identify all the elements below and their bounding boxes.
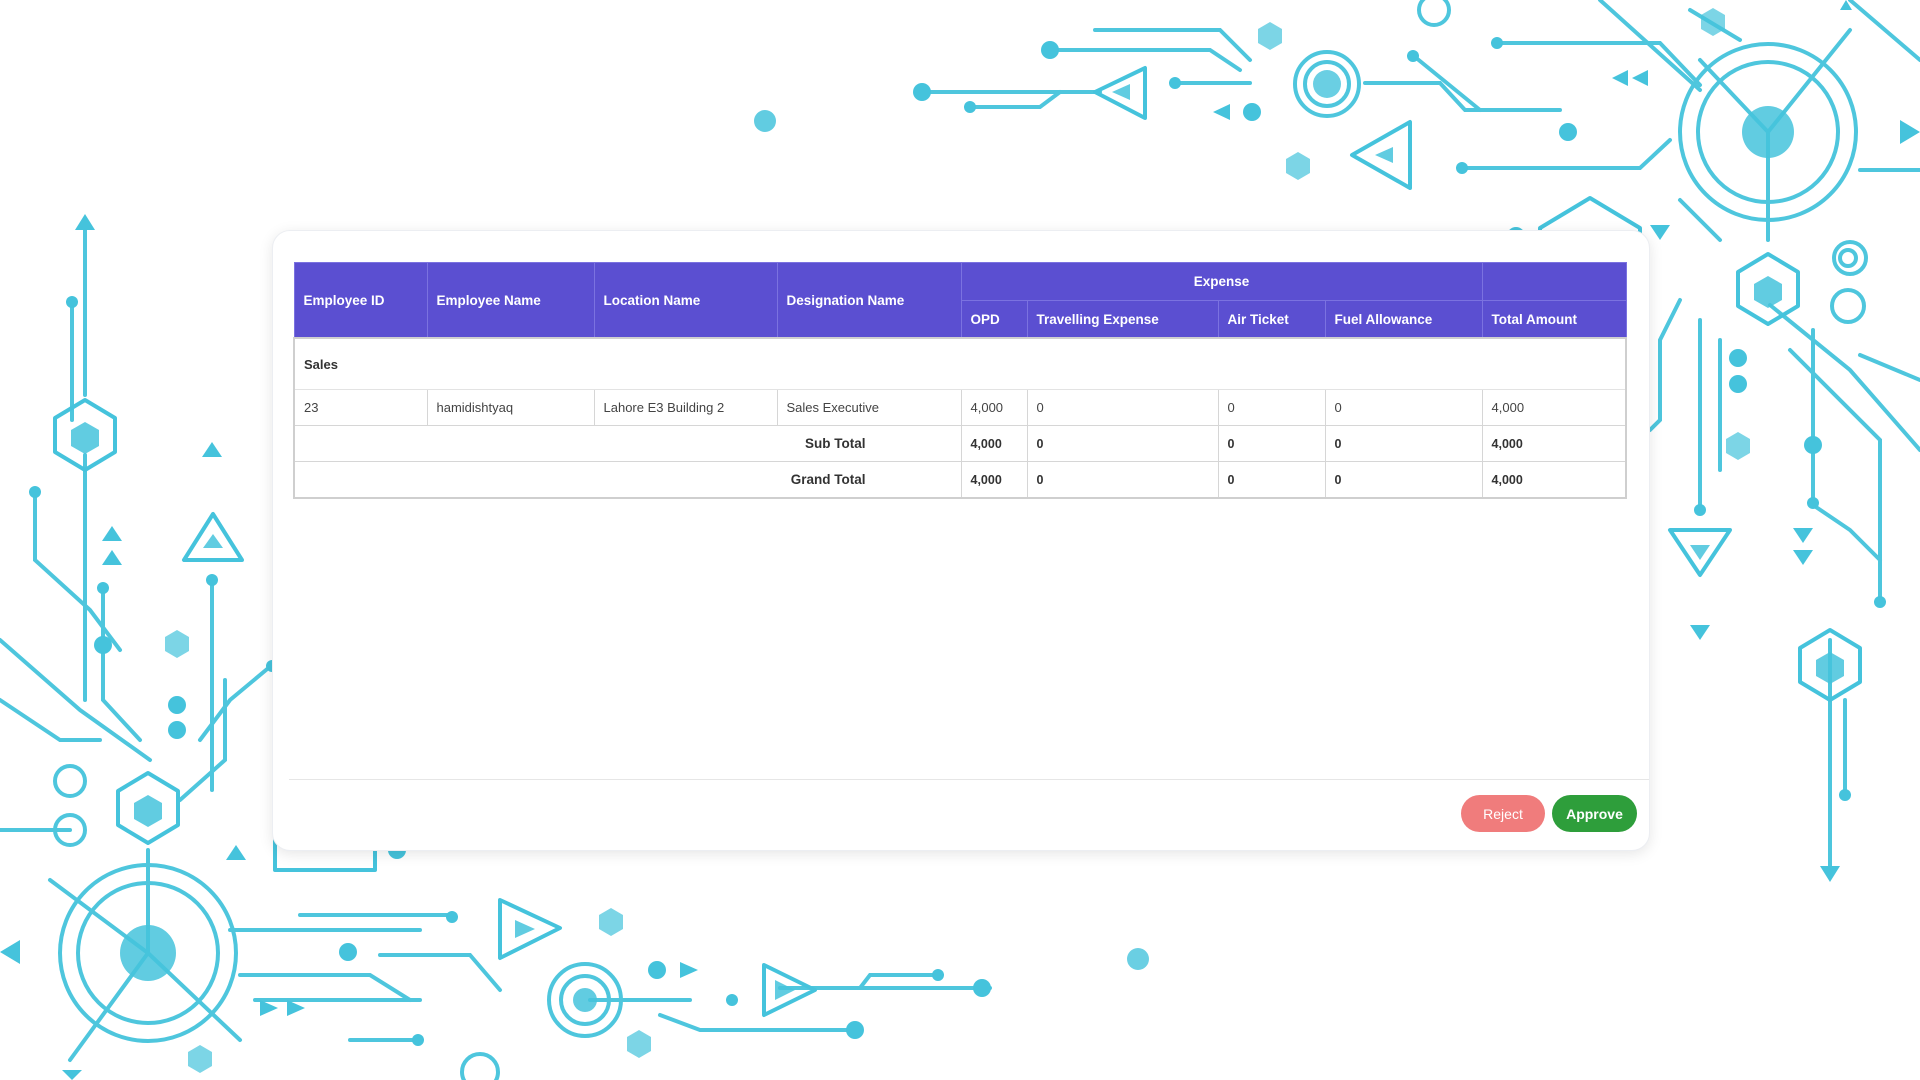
grand-total-label: Grand Total [293, 461, 962, 499]
sub-total-air-ticket: 0 [1217, 425, 1326, 462]
grand-total-fuel-allowance: 0 [1324, 461, 1483, 499]
header-opd[interactable]: OPD [960, 300, 1028, 339]
table-header: Employee ID Employee Name Location Name … [293, 262, 1627, 339]
header-air-ticket[interactable]: Air Ticket [1217, 300, 1326, 339]
expense-report-card: Employee ID Employee Name Location Name … [272, 230, 1650, 851]
cell-employee-id: 23 [293, 389, 428, 426]
sub-total-fuel-allowance: 0 [1324, 425, 1483, 462]
approve-button[interactable]: Approve [1552, 795, 1637, 832]
table-row[interactable]: 23 hamidishtyaq Lahore E3 Building 2 Sal… [293, 389, 1627, 426]
header-designation-name[interactable]: Designation Name [776, 262, 962, 339]
reject-button[interactable]: Reject [1461, 795, 1545, 832]
header-fuel-allowance[interactable]: Fuel Allowance [1324, 300, 1483, 339]
header-employee-id[interactable]: Employee ID [293, 262, 428, 339]
sub-total-travelling-expense: 0 [1026, 425, 1219, 462]
sub-total-row: Sub Total 4,000 0 0 0 4,000 [293, 425, 1627, 462]
cell-air-ticket: 0 [1217, 389, 1326, 426]
header-blank-cell [1481, 262, 1627, 301]
cell-employee-name: hamidishtyaq [426, 389, 595, 426]
expense-table: Employee ID Employee Name Location Name … [293, 262, 1627, 499]
grand-total-travelling-expense: 0 [1026, 461, 1219, 499]
cell-travelling-expense: 0 [1026, 389, 1219, 426]
group-label-sales: Sales [293, 337, 1627, 390]
header-expense-group: Expense [960, 262, 1483, 301]
grand-total-row: Grand Total 4,000 0 0 0 4,000 [293, 461, 1627, 499]
grand-total-amount: 4,000 [1481, 461, 1627, 499]
cell-opd: 4,000 [960, 389, 1028, 426]
grand-total-opd: 4,000 [960, 461, 1028, 499]
header-employee-name[interactable]: Employee Name [426, 262, 595, 339]
footer-divider [289, 779, 1649, 780]
sub-total-label: Sub Total [293, 425, 962, 462]
header-travelling-expense[interactable]: Travelling Expense [1026, 300, 1219, 339]
header-location-name[interactable]: Location Name [593, 262, 778, 339]
table-body: Sales 23 hamidishtyaq Lahore E3 Building… [293, 337, 1627, 499]
group-row: Sales [293, 337, 1627, 390]
cell-location-name: Lahore E3 Building 2 [593, 389, 778, 426]
header-total-amount[interactable]: Total Amount [1481, 300, 1627, 339]
cell-designation-name: Sales Executive [776, 389, 962, 426]
sub-total-amount: 4,000 [1481, 425, 1627, 462]
cell-total-amount: 4,000 [1481, 389, 1627, 426]
sub-total-opd: 4,000 [960, 425, 1028, 462]
cell-fuel-allowance: 0 [1324, 389, 1483, 426]
grand-total-air-ticket: 0 [1217, 461, 1326, 499]
expense-table-container: Employee ID Employee Name Location Name … [293, 262, 1627, 499]
